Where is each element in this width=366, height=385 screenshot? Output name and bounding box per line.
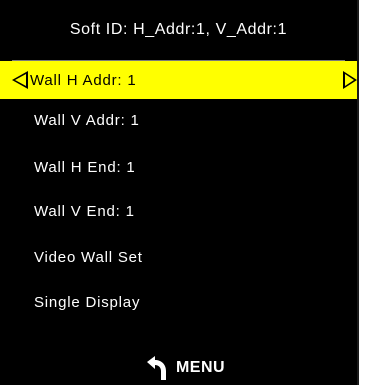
menu-back-button[interactable]: MENU xyxy=(0,350,357,385)
menu-item-wall-v-addr[interactable]: Wall V Addr: 1 xyxy=(0,101,357,139)
increase-arrow-icon[interactable] xyxy=(343,71,357,89)
menu-item-single-display[interactable]: Single Display xyxy=(0,283,357,321)
back-arrow-icon xyxy=(146,355,166,380)
menu-item-label: Wall H End: 1 xyxy=(34,158,136,176)
menu-item-label: Wall H Addr: 1 xyxy=(30,71,137,89)
osd-menu-panel: Soft ID: H_Addr:1, V_Addr:1 Wall H Addr:… xyxy=(0,0,359,385)
decrease-arrow-icon[interactable] xyxy=(12,71,28,89)
soft-id-title: Soft ID: H_Addr:1, V_Addr:1 xyxy=(69,21,288,38)
menu-label: MENU xyxy=(175,358,226,376)
menu-item-label: Single Display xyxy=(34,293,141,311)
menu-item-wall-v-end[interactable]: Wall V End: 1 xyxy=(0,192,357,230)
menu-item-wall-h-end[interactable]: Wall H End: 1 xyxy=(0,148,357,186)
menu-item-label: Wall V Addr: 1 xyxy=(34,111,140,129)
menu-item-label: Video Wall Set xyxy=(34,248,143,266)
menu-item-video-wall-set[interactable]: Video Wall Set xyxy=(0,238,357,276)
menu-item-label: Wall V End: 1 xyxy=(34,202,135,220)
menu-item-wall-h-addr[interactable]: Wall H Addr: 1 xyxy=(0,61,357,99)
